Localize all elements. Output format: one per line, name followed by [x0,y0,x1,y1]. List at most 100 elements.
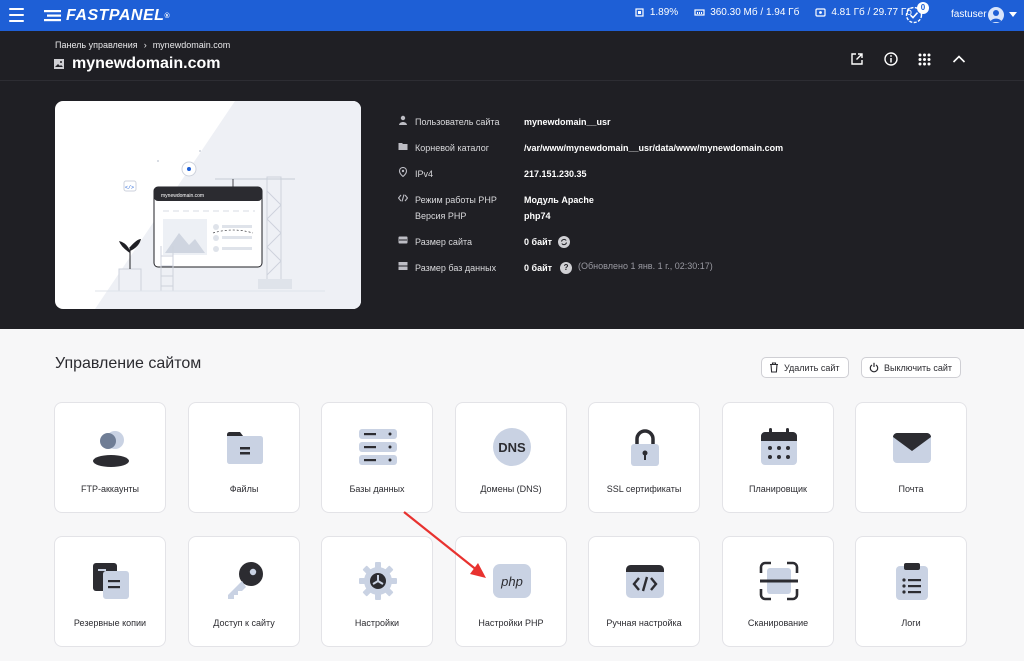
card-dns[interactable]: DNS Домены (DNS) [455,402,567,513]
disk-stat[interactable]: 4.81 Гб / 29.77 Гб [815,7,912,18]
grid-dots-icon [918,53,931,65]
chevron-up-icon [952,55,966,63]
ram-stat[interactable]: 360.30 Мб / 1.94 Гб [694,7,799,18]
users-icon [93,431,129,467]
user-icon [399,115,407,125]
card-label: FTP-аккаунты [80,484,140,494]
cpu-stat[interactable]: 1.89% [634,7,678,18]
notifications-badge: 0 [917,2,929,14]
scan-icon [759,561,799,601]
logo-mark-icon [44,10,61,22]
card-label: Файлы [229,484,259,494]
info-button[interactable] [884,51,918,67]
info-row-php: Режим работы PHP Модуль Apache Версия PH… [398,193,594,224]
disable-site-button[interactable]: Выключить сайт [861,357,961,378]
breadcrumb-current: mynewdomain.com [152,40,231,50]
cpu-value: 1.89% [649,7,679,18]
ram-value: 360.30 Мб / 1.94 Гб [710,7,800,18]
refresh-icon[interactable] [558,236,571,248]
lock-icon [631,429,659,466]
key-icon [228,562,263,599]
code-icon [398,194,408,202]
logo-text: FASTPANEL [66,7,165,24]
folder-icon [227,432,263,464]
user-label: Пользователь сайта [415,117,500,127]
info-icon [884,52,898,66]
apps-menu-button[interactable] [918,51,952,67]
card-mail[interactable]: Почта [855,402,967,513]
card-scanning[interactable]: Сканирование [722,536,834,647]
username[interactable]: fastuser [951,9,987,20]
ip-label: IPv4 [415,169,434,179]
site-size-label: Размер сайта [415,237,472,247]
calendar-icon [761,428,797,465]
card-label: Настройки [354,618,400,628]
dns-icon: DNS [493,428,531,466]
site-title-text: mynewdomain.com [72,55,221,72]
card-site-access[interactable]: Доступ к сайту [188,536,300,647]
card-label: Ручная настройка [606,618,682,628]
info-row-ip: IPv4 217.151.230.35 [398,167,587,182]
site-preview[interactable]: mynewdomain.com </> [55,101,361,309]
card-label: Почта [898,484,924,494]
open-site-button[interactable] [850,51,884,67]
database-icon [359,429,397,465]
card-manual-config[interactable]: Ручная настройка [588,536,700,647]
power-icon [869,362,879,373]
card-scheduler[interactable]: Планировщик [722,402,834,513]
card-php-settings[interactable]: php Настройки PHP [455,536,567,647]
db-updated-text: (Обновлено 1 янв. 1 г., 02:30:17) [578,261,713,271]
code-icon [626,565,664,598]
card-backups[interactable]: Резервные копии [54,536,166,647]
card-logs[interactable]: Логи [855,536,967,647]
ram-icon [694,9,705,16]
backup-icon [93,563,129,599]
breadcrumb-root[interactable]: Панель управления [55,40,138,50]
card-ssl[interactable]: SSL сертификаты [588,402,700,513]
site-header: Панель управления › mynewdomain.com mynewd… [0,31,1024,329]
card-databases[interactable]: Базы данных [321,402,433,513]
header-actions [850,51,986,67]
card-files[interactable]: Файлы [188,402,300,513]
chevron-down-icon[interactable] [1009,12,1017,17]
image-icon [54,59,64,69]
help-icon[interactable]: ? [560,262,573,274]
db-size-value: 0 байт [524,263,553,273]
card-label: Резервные копии [73,618,147,628]
php-mode-label: Режим работы PHP [415,195,497,205]
dns-icon-text: DNS [498,440,526,455]
php-version-label: Версия PHP [415,211,467,221]
site-preview-illustration: mynewdomain.com </> [95,101,361,309]
delete-site-label: Удалить сайт [784,362,840,373]
breadcrumb: Панель управления › mynewdomain.com [55,40,230,50]
disable-site-label: Выключить сайт [884,362,952,373]
avatar[interactable] [988,7,1004,23]
section-title: Управление сайтом [55,355,202,372]
card-ftp-accounts[interactable]: FTP-аккаунты [54,402,166,513]
user-avatar-icon [990,10,1002,22]
delete-site-button[interactable]: Удалить сайт [761,357,849,378]
site-size-value: 0 байт [524,237,553,247]
clipboard-icon [896,563,928,600]
breadcrumb-separator: › [143,40,147,50]
logo[interactable]: FASTPANEL ® [44,7,170,25]
info-row-user: Пользователь сайта mynewdomain__usr [398,115,611,130]
database-size-icon [398,262,408,270]
info-row-root: Корневой каталог /var/www/mynewdomain__u… [398,141,783,156]
info-row-db-size: Размер баз данных 0 байт ? (Обновлено 1 … [398,261,713,276]
card-label: Планировщик [749,484,807,494]
svg-text:</>: </> [125,185,134,191]
preview-domain-text: mynewdomain.com [161,193,204,199]
user-value: mynewdomain__usr [524,117,611,127]
menu-icon[interactable] [9,8,24,22]
card-label: Базы данных [349,484,405,494]
mail-icon [893,433,931,463]
card-settings[interactable]: Настройки [321,536,433,647]
card-label: Сканирование [747,618,809,628]
cpu-icon [635,8,644,17]
collapse-button[interactable] [952,51,986,67]
location-pin-icon [398,167,408,177]
root-value[interactable]: /var/www/mynewdomain__usr/data/www/mynew… [524,141,783,156]
disk-value: 4.81 Гб / 29.77 Гб [831,7,912,18]
logo-registered-mark: ® [164,12,171,20]
